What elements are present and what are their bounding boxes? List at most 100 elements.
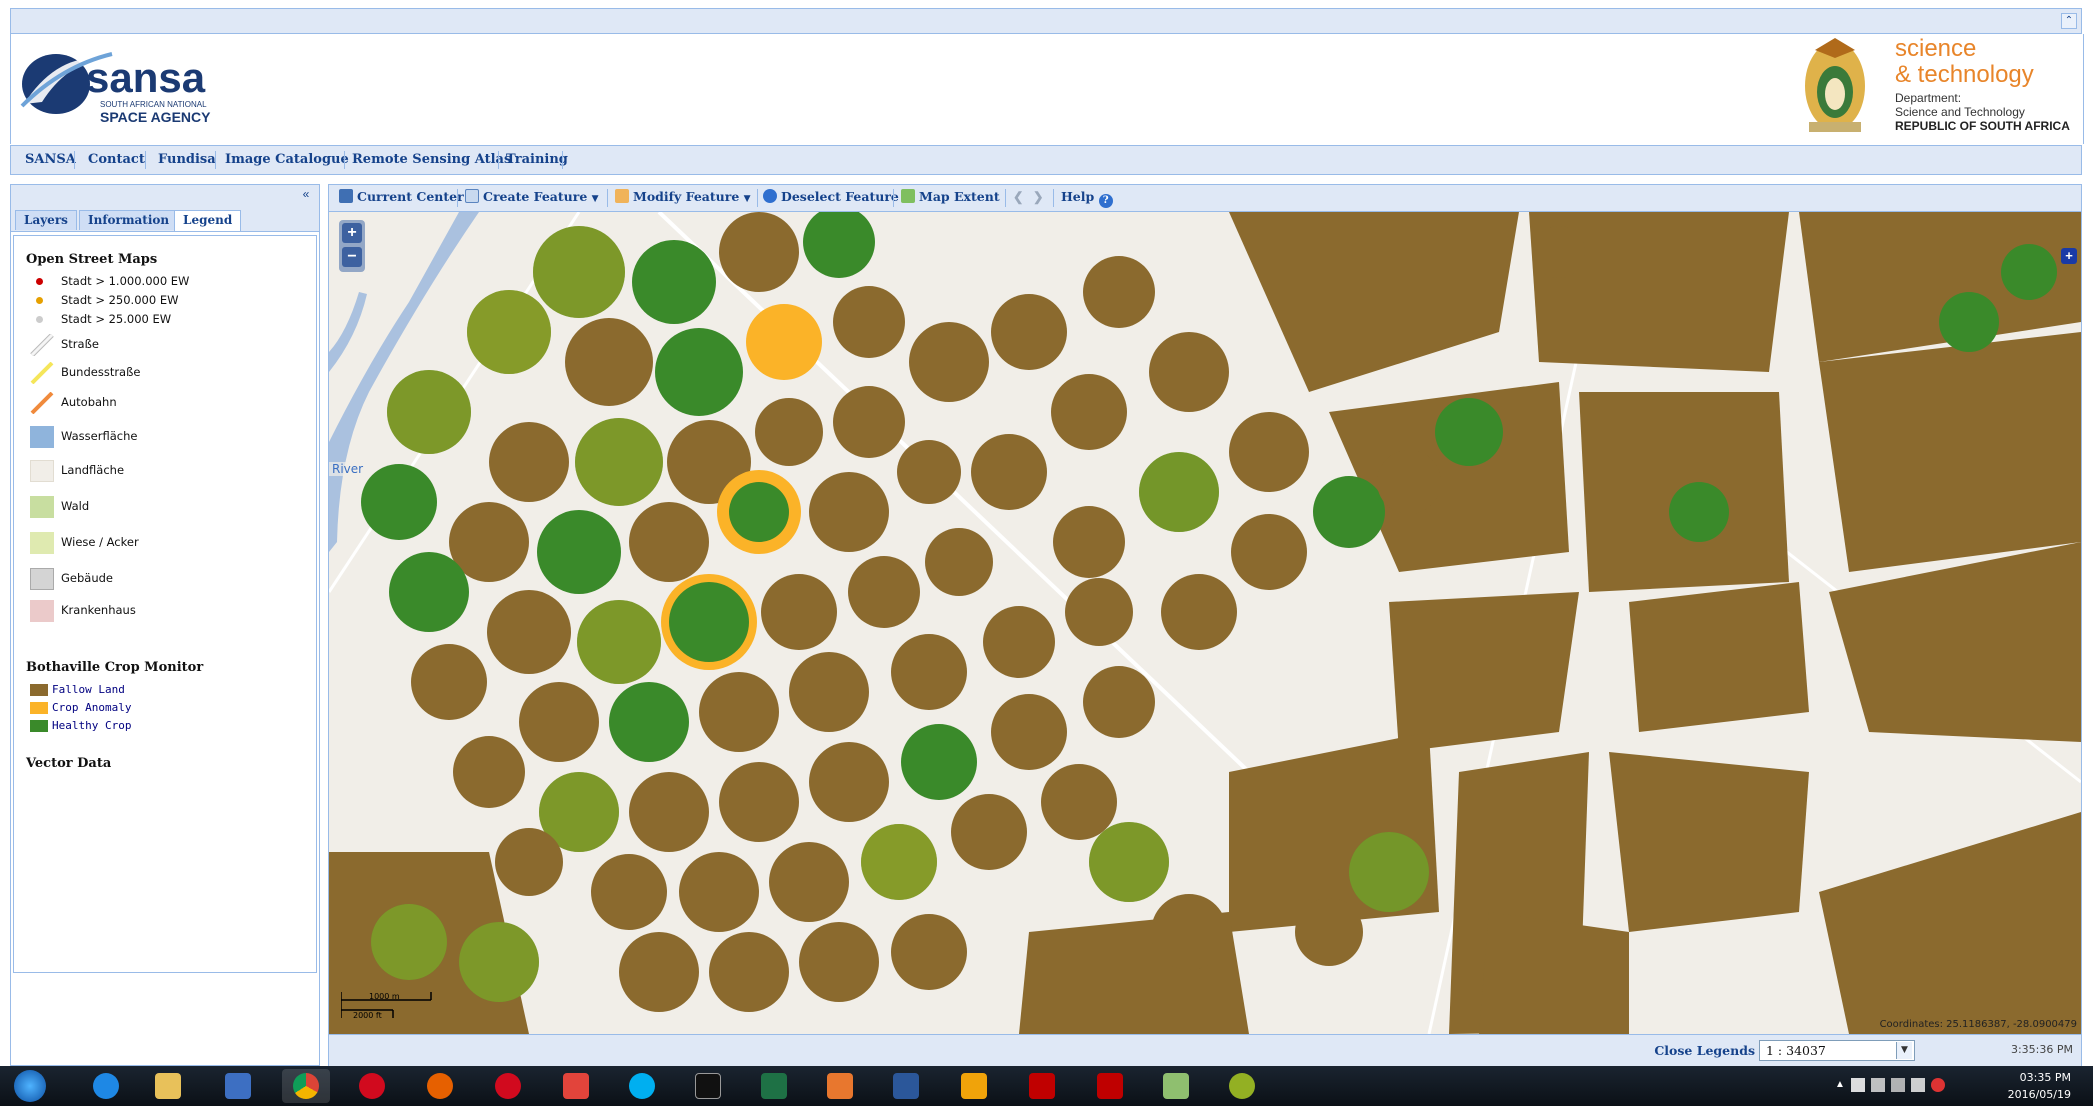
sansa-logo-sub2: SPACE AGENCY — [100, 109, 211, 125]
tab-legend[interactable]: Legend — [174, 210, 242, 231]
site-header — [10, 34, 2084, 144]
chevron-down-icon[interactable]: ▼ — [592, 194, 599, 204]
current-center-button[interactable]: Current Center — [339, 189, 464, 207]
coat-of-arms-icon — [1805, 38, 1865, 132]
taskbar-matlab[interactable] — [816, 1069, 864, 1103]
flag-icon[interactable] — [1911, 1078, 1925, 1092]
taskbar-excel[interactable] — [750, 1069, 798, 1103]
tab-layers[interactable]: Layers — [15, 210, 77, 230]
taskbar-acrobat[interactable] — [552, 1069, 600, 1103]
help-icon: ? — [1098, 194, 1113, 208]
taskbar-notepad[interactable] — [1152, 1069, 1200, 1103]
scale-imperial-label: 2000 ft — [353, 1011, 382, 1020]
water-swatch-icon — [30, 426, 54, 448]
taskbar-filezilla[interactable] — [1086, 1069, 1134, 1103]
taskbar-media-player[interactable] — [214, 1069, 262, 1103]
taskbar-qgis[interactable] — [1218, 1069, 1266, 1103]
opera-icon — [359, 1073, 385, 1099]
tab-information[interactable]: Information — [79, 210, 179, 230]
dst-dept1: Department: — [1895, 91, 1961, 105]
nav-item-remote-sensing-atlas[interactable]: Remote Sensing Atlas — [352, 152, 511, 167]
taskbar-envi[interactable] — [1018, 1069, 1066, 1103]
taskbar-opera[interactable] — [348, 1069, 396, 1103]
taskbar-skype[interactable] — [618, 1069, 666, 1103]
previous-extent-button[interactable]: ❮ — [1013, 189, 1023, 207]
chevron-down-icon[interactable]: ▼ — [1896, 1042, 1912, 1059]
clock-time[interactable]: 03:35 PM — [2020, 1071, 2071, 1084]
nav-item-fundisa[interactable]: Fundisa — [158, 152, 216, 167]
sansa-logo-text: sansa — [86, 54, 206, 101]
volume-muted-icon[interactable] — [1931, 1078, 1945, 1092]
nav-item-image-catalogue[interactable]: Image Catalogue — [225, 152, 349, 167]
help-label: Help — [1061, 189, 1095, 204]
motorway-line-icon — [30, 392, 54, 414]
tray-expand-icon[interactable]: ▲ — [1835, 1079, 1845, 1090]
city-dot-icon — [36, 297, 43, 304]
road-line-icon — [30, 334, 54, 356]
qgis-icon — [1229, 1073, 1255, 1099]
legend-label: Stadt > 25.000 EW — [61, 312, 172, 326]
start-button[interactable] — [10, 1069, 50, 1103]
nav-separator — [344, 151, 345, 169]
legend-title-osm: Open Street Maps — [26, 252, 158, 267]
taskbar-firefox[interactable] — [416, 1069, 464, 1103]
legend-label: Autobahn — [61, 395, 117, 409]
taskbar-opera-2[interactable] — [484, 1069, 532, 1103]
dst-dept2: Science and Technology — [1895, 105, 2025, 119]
crop-monitor-map — [329, 212, 2081, 1034]
zoom-control: + − — [339, 220, 365, 272]
city-dot-icon — [36, 278, 43, 285]
envi-icon — [1029, 1073, 1055, 1099]
taskbar-cmd[interactable] — [684, 1069, 732, 1103]
modify-feature-button[interactable]: Modify Feature ▼ — [615, 189, 751, 207]
create-feature-button[interactable]: Create Feature ▼ — [465, 189, 599, 207]
filezilla-icon — [1097, 1073, 1123, 1099]
clock-date[interactable]: 2016/05/19 — [2008, 1088, 2071, 1101]
dst-dept3: REPUBLIC OF SOUTH AFRICA — [1895, 119, 2070, 133]
next-extent-button[interactable]: ❯ — [1033, 189, 1043, 207]
legend-panel: Open Street Maps Stadt > 1.000.000 EW St… — [13, 235, 317, 973]
media-player-icon — [225, 1073, 251, 1099]
command-prompt-icon — [695, 1073, 721, 1099]
dst-line2: & technology — [1895, 61, 2034, 88]
zoom-in-button[interactable]: + — [342, 223, 362, 243]
taskbar-explorer[interactable] — [144, 1069, 192, 1103]
taskbar-chrome[interactable] — [282, 1069, 330, 1103]
scale-select[interactable]: 1 : 34037 ▼ — [1759, 1040, 1915, 1061]
collapse-left-panel-icon[interactable]: « — [299, 188, 313, 202]
nav-item-sansa[interactable]: SANSA — [25, 152, 76, 167]
chevron-down-icon[interactable]: ▼ — [744, 194, 751, 204]
map-extent-button[interactable]: Map Extent — [901, 189, 1000, 207]
help-button[interactable]: Help ? — [1061, 189, 1117, 208]
legend-label: Bundesstraße — [61, 365, 141, 379]
taskbar-ie[interactable] — [82, 1069, 130, 1103]
zoom-out-button[interactable]: − — [342, 247, 362, 267]
legend-label: Stadt > 250.000 EW — [61, 293, 179, 307]
nav-separator — [145, 151, 146, 169]
layer-switcher-icon[interactable]: + — [2061, 248, 2077, 264]
top-collapse-bar: ⌃ — [10, 8, 2082, 34]
close-legends-button[interactable]: Close Legends — [1654, 1043, 1755, 1058]
dst-logo[interactable]: science & technology Department: Science… — [1795, 36, 2085, 142]
outlook-icon — [961, 1073, 987, 1099]
healthy-swatch-icon — [30, 720, 48, 732]
deselect-feature-button[interactable]: Deselect Feature — [763, 189, 899, 207]
map-status-bar: Close Legends 1 : 34037 ▼ 3:35:36 PM — [329, 1034, 2081, 1067]
file-explorer-icon — [155, 1073, 181, 1099]
nav-item-training[interactable]: Training — [506, 152, 568, 167]
nav-item-contact[interactable]: Contact — [88, 152, 145, 167]
battery-icon[interactable] — [1871, 1078, 1885, 1092]
taskbar-outlook[interactable] — [950, 1069, 998, 1103]
sansa-logo[interactable]: sansa SOUTH AFRICAN NATIONAL SPACE AGENC… — [16, 44, 256, 134]
legend-label: Wald — [61, 499, 90, 513]
legend-label: Krankenhaus — [61, 603, 136, 617]
collapse-header-icon[interactable]: ⌃ — [2061, 13, 2077, 29]
map-canvas[interactable]: + − River + 1000 m 2000 ft Coordinates: … — [329, 212, 2081, 1034]
taskbar-word[interactable] — [882, 1069, 930, 1103]
network-icon[interactable] — [1891, 1078, 1905, 1092]
legend-label: Crop Anomaly — [52, 701, 132, 714]
land-swatch-icon — [30, 460, 54, 482]
fallow-swatch-icon — [30, 684, 48, 696]
windows-icon[interactable] — [1851, 1078, 1865, 1092]
coordinates-readout: Coordinates: 25.1186387, -28.0900479 — [1879, 1019, 2077, 1030]
